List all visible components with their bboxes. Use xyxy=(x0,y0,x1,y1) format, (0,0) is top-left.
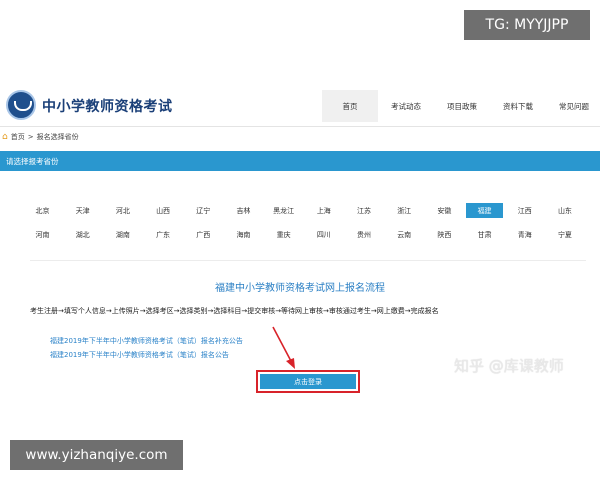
red-arrow-annotation xyxy=(272,326,295,369)
nav-downloads[interactable]: 资料下载 xyxy=(490,90,546,122)
province-12[interactable]: 江西 xyxy=(506,203,543,218)
province-9[interactable]: 浙江 xyxy=(386,203,423,218)
province-10[interactable]: 安徽 xyxy=(426,203,463,218)
province-4[interactable]: 辽宁 xyxy=(185,203,222,218)
province-2[interactable]: 河北 xyxy=(104,203,141,218)
province-1[interactable]: 天津 xyxy=(64,203,101,218)
province-0[interactable]: 北京 xyxy=(24,203,61,218)
province-14[interactable]: 河南 xyxy=(24,227,61,242)
province-11[interactable]: 福建 xyxy=(466,203,504,218)
province-20[interactable]: 重庆 xyxy=(265,227,302,242)
notice-link-supplement[interactable]: 福建2019年下半年中小学教师资格考试（笔试）报名补充公告 xyxy=(50,336,243,346)
province-21[interactable]: 四川 xyxy=(305,227,342,242)
province-7[interactable]: 上海 xyxy=(305,203,342,218)
province-26[interactable]: 青海 xyxy=(506,227,543,242)
logo-icon xyxy=(6,90,36,120)
main-nav: 首页 考试动态 项目政策 资料下载 常见问题 xyxy=(322,90,600,122)
section-bar: 请选择报考省份 xyxy=(0,151,600,171)
watermark-bottom: www.yizhanqiye.com xyxy=(10,440,183,470)
province-8[interactable]: 江苏 xyxy=(346,203,383,218)
nav-exam-news[interactable]: 考试动态 xyxy=(378,90,434,122)
watermark-zhihu: 知乎 @库课教师 xyxy=(454,357,564,375)
province-17[interactable]: 广东 xyxy=(145,227,182,242)
header-divider xyxy=(0,126,600,127)
province-27[interactable]: 宁夏 xyxy=(546,227,583,242)
nav-home[interactable]: 首页 xyxy=(322,90,378,122)
login-button[interactable]: 点击登录 xyxy=(260,374,356,389)
breadcrumb-separator: > xyxy=(27,133,34,141)
province-13[interactable]: 山东 xyxy=(546,203,583,218)
province-22[interactable]: 贵州 xyxy=(346,227,383,242)
breadcrumb: ⌂ 首页 > 报名选择省份 xyxy=(2,132,79,142)
province-16[interactable]: 湖南 xyxy=(104,227,141,242)
login-highlight: 点击登录 xyxy=(256,370,360,393)
site-title: 中小学教师资格考试 xyxy=(42,99,173,115)
province-15[interactable]: 湖北 xyxy=(64,227,101,242)
province-19[interactable]: 海南 xyxy=(225,227,262,242)
breadcrumb-home[interactable]: 首页 xyxy=(11,132,25,142)
breadcrumb-current: 报名选择省份 xyxy=(36,133,79,141)
province-23[interactable]: 云南 xyxy=(386,227,423,242)
process-steps: 考生注册→填写个人信息→上传照片→选择考区→选择类别→选择科目→提交审核→等待网… xyxy=(30,307,439,315)
province-grid: 北京 天津 河北 山西 辽宁 吉林 黑龙江 上海 江苏 浙江 安徽 福建 江西 山东河南 湖北 湖南 广东 广西海… xyxy=(24,203,588,242)
province-5[interactable]: 吉林 xyxy=(225,203,262,218)
province-25[interactable]: 甘肃 xyxy=(466,227,503,242)
province-divider xyxy=(30,260,586,261)
province-24[interactable]: 陕西 xyxy=(426,227,463,242)
notice-link-announcement[interactable]: 福建2019年下半年中小学教师资格考试（笔试）报名公告 xyxy=(50,350,229,360)
province-3[interactable]: 山西 xyxy=(145,203,182,218)
nav-policy[interactable]: 项目政策 xyxy=(434,90,490,122)
home-icon: ⌂ xyxy=(2,132,8,142)
province-6[interactable]: 黑龙江 xyxy=(265,203,302,218)
nav-faq[interactable]: 常见问题 xyxy=(546,90,600,122)
process-title: 福建中小学教师资格考试网上报名流程 xyxy=(215,283,385,294)
province-18[interactable]: 广西 xyxy=(185,227,222,242)
watermark-top: TG: MYYJJPP xyxy=(464,10,590,40)
